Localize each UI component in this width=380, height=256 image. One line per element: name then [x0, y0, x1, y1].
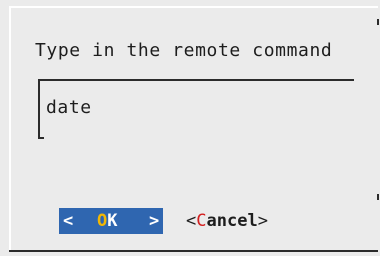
cancel-label-rest: ancel	[206, 211, 258, 231]
cancel-close-bracket: >	[257, 211, 268, 231]
dialog-right-border-mark-bottom	[377, 194, 379, 200]
input-top-border	[38, 79, 354, 81]
input-left-border	[38, 79, 40, 139]
ok-left-arrow: <	[63, 211, 74, 231]
dialog-right-border-mark-top	[377, 19, 379, 25]
command-input-field[interactable]: date	[38, 79, 354, 139]
dialog-prompt: Type in the remote command	[35, 40, 333, 61]
cancel-hotkey: C	[196, 211, 207, 231]
cancel-button[interactable]: <Cancel>	[186, 208, 268, 234]
ok-hotkey: O	[97, 211, 108, 231]
ok-label-rest: K	[107, 211, 118, 231]
ok-button-label: OK	[97, 208, 118, 234]
input-bottom-notch	[38, 137, 44, 139]
cancel-open-bracket: <	[186, 211, 197, 231]
ok-right-arrow: >	[149, 211, 160, 231]
command-input-value[interactable]: date	[46, 97, 92, 118]
screen: Type in the remote command date < OK > <…	[0, 0, 380, 256]
ok-button[interactable]: < OK >	[59, 208, 163, 234]
